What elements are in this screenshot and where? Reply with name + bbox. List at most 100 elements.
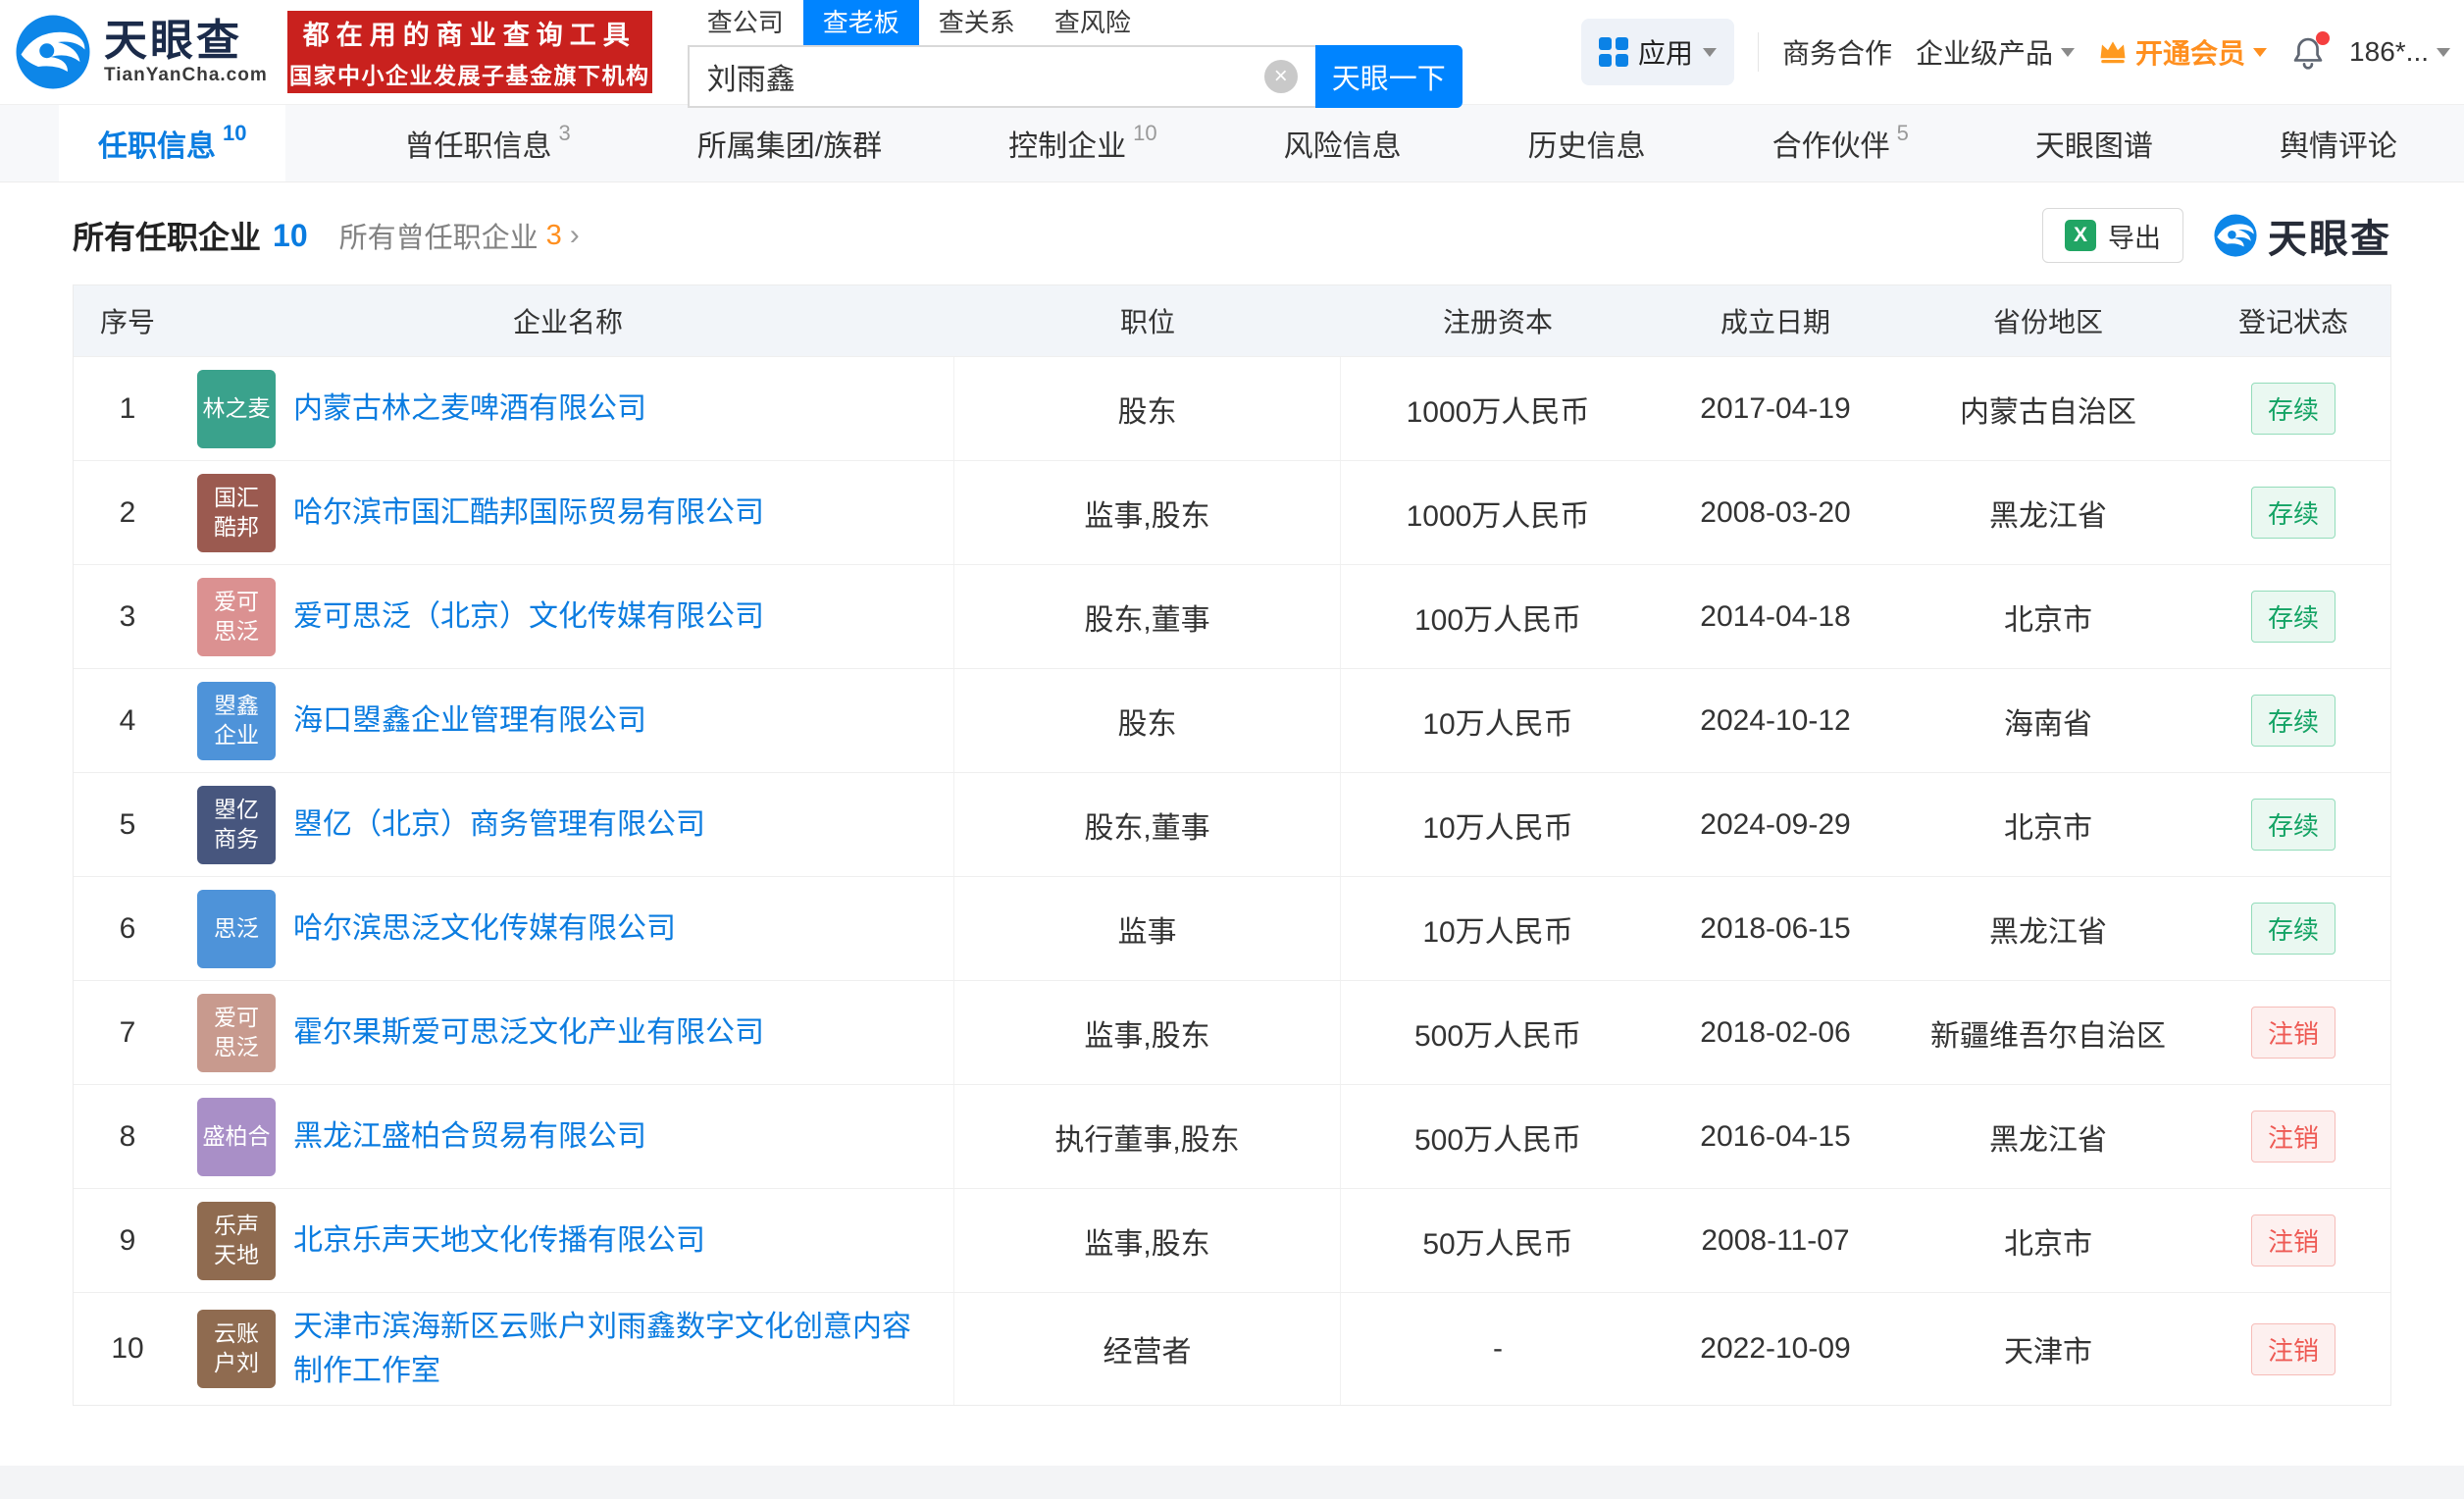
table-body: 1 林之麦 内蒙古林之麦啤酒有限公司 股东 1000万人民币 2017-04-19 内蒙古自… (74, 356, 2390, 1405)
account-menu[interactable]: 186*... (2349, 36, 2450, 68)
company-cell: 爱可思泛 爱可思泛（北京）文化传媒有限公司 (181, 565, 954, 668)
nav-tab-天眼图谱[interactable]: 天眼图谱 (2028, 105, 2161, 181)
former-positions-link[interactable]: 所有曾任职企业 3 › (339, 215, 580, 256)
banner-line1: 都在用的商业查询工具 (302, 21, 637, 50)
capital-cell: 50万人民币 (1422, 1227, 1573, 1261)
nav-tab-舆情评论[interactable]: 舆情评论 (2272, 105, 2405, 181)
position-cell: 监事,股东 (954, 1189, 1341, 1292)
tianyancha-eye-icon (2214, 214, 2257, 257)
status-badge: 注销 (2250, 1322, 2336, 1375)
company-name-link[interactable]: 北京乐声天地文化传播有限公司 (293, 1218, 705, 1263)
date-cell: 2016-04-15 (1700, 1119, 1851, 1153)
search-tab-查风险[interactable]: 查风险 (1035, 0, 1151, 45)
vip-upgrade-link[interactable]: 开通会员 (2098, 32, 2268, 72)
search-tab-查老板[interactable]: 查老板 (802, 0, 919, 45)
notification-bell-icon[interactable] (2290, 31, 2331, 70)
company-logo-text: 国汇 (214, 484, 259, 510)
crown-icon (2100, 41, 2126, 64)
caret-down-icon (1703, 47, 1717, 57)
company-name-link[interactable]: 内蒙古林之麦啤酒有限公司 (293, 387, 646, 431)
company-name-link[interactable]: 霍尔果斯爱可思泛文化产业有限公司 (293, 1010, 764, 1055)
notification-dot (2316, 31, 2331, 45)
position-cell: 股东,董事 (954, 565, 1341, 668)
company-logo-text: 商务 (214, 825, 259, 852)
former-positions-count: 3 (545, 219, 562, 251)
row-number: 1 (119, 391, 136, 425)
capital-cell: 100万人民币 (1413, 603, 1582, 637)
nav-tab-合作伙伴[interactable]: 合作伙伴 5 (1765, 105, 1917, 181)
row-number: 7 (119, 1015, 136, 1049)
column-header: 注册资本 (1442, 307, 1553, 337)
business-coop-link[interactable]: 商务合作 (1782, 32, 1892, 72)
search-input[interactable]: 刘雨鑫 × (687, 44, 1315, 108)
nav-tab-控制企业[interactable]: 控制企业 10 (1001, 105, 1164, 181)
row-number: 9 (119, 1223, 136, 1257)
company-name-link[interactable]: 海口曌鑫企业管理有限公司 (293, 698, 646, 743)
nav-tab-label: 风险信息 (1283, 130, 1402, 163)
region-cell: 内蒙古自治区 (1960, 395, 2136, 429)
search-button[interactable]: 天眼一下 (1314, 44, 1463, 108)
table-row: 8 盛柏合 黑龙江盛柏合贸易有限公司 执行董事,股东 500万人民币 2016-04-15… (74, 1084, 2390, 1188)
position-cell: 股东 (954, 669, 1341, 772)
company-logo: 乐声 天地 (197, 1201, 276, 1280)
header-right: 应用 商务合作 企业级产品 开通会员 186*... (1580, 19, 2450, 85)
logo-domain: TianYanCha.com (104, 65, 268, 86)
account-label: 186*... (2349, 36, 2429, 67)
watermark-brand-label: 天眼查 (2268, 218, 2391, 261)
column-header: 职位 (1119, 307, 1175, 337)
region-cell: 海南省 (2004, 707, 2092, 741)
table-row: 4 曌鑫 企业 海口曌鑫企业管理有限公司 股东 10万人民币 2024-10-12 海南省 存续 (74, 668, 2390, 772)
region-cell: 天津市 (2004, 1336, 2092, 1369)
nav-tab-bar: 任职信息 10 曾任职信息 3 所属集团/族群 控制企业 10 风险信息 历史信息 合作伙伴 5 天眼… (0, 104, 2464, 182)
promo-banner: 都在用的商业查询工具 国家中小企业发展子基金旗下机构 (286, 11, 652, 93)
section-title: 所有任职企业 (73, 220, 262, 255)
nav-tab-历史信息[interactable]: 历史信息 (1520, 105, 1654, 181)
clear-search-icon[interactable]: × (1263, 59, 1298, 93)
region-cell: 黑龙江省 (1989, 915, 2107, 949)
company-name-link[interactable]: 黑龙江盛柏合贸易有限公司 (293, 1114, 646, 1159)
company-name-link[interactable]: 爱可思泛（北京）文化传媒有限公司 (293, 594, 764, 639)
nav-tab-任职信息[interactable]: 任职信息 10 (59, 105, 286, 181)
apps-menu[interactable]: 应用 (1580, 19, 1734, 85)
company-logo-text: 乐声 (214, 1212, 259, 1238)
enterprise-products-link[interactable]: 企业级产品 (1916, 32, 2076, 72)
status-cell: 存续 (2200, 877, 2387, 980)
company-logo-text: 思泛 (214, 1033, 259, 1060)
company-cell: 爱可 思泛 霍尔果斯爱可思泛文化产业有限公司 (181, 981, 954, 1084)
company-logo: 国汇 酷邦 (197, 473, 276, 552)
search-row: 刘雨鑫 × 天眼一下 (687, 44, 1463, 108)
chevron-right-icon: › (569, 219, 580, 251)
column-header: 企业名称 (512, 307, 623, 337)
nav-tab-所属集团/族群[interactable]: 所属集团/族群 (690, 105, 890, 181)
nav-tab-曾任职信息[interactable]: 曾任职信息 3 (397, 105, 579, 181)
company-logo-text: 户刘 (214, 1350, 259, 1375)
date-cell: 2017-04-19 (1700, 391, 1851, 425)
company-name-link[interactable]: 哈尔滨市国汇酷邦国际贸易有限公司 (293, 491, 764, 535)
company-logo: 盛柏合 (197, 1097, 276, 1176)
company-logo-text: 酷邦 (214, 513, 259, 540)
nav-tab-count: 5 (1896, 121, 1909, 145)
company-name-link[interactable]: 哈尔滨思泛文化传媒有限公司 (293, 906, 676, 951)
nav-tab-风险信息[interactable]: 风险信息 (1276, 105, 1410, 181)
column-header: 序号 (99, 307, 155, 337)
export-button[interactable]: X 导出 (2042, 208, 2183, 263)
company-logo-text: 曌鑫 (214, 692, 259, 718)
company-name-link[interactable]: 天津市滨海新区云账户刘雨鑫数字文化创意内容制作工作室 (293, 1305, 934, 1393)
nav-tab-label: 天眼图谱 (2034, 130, 2153, 163)
search-tab-查关系[interactable]: 查关系 (919, 0, 1035, 45)
watermark-brand: 天眼查 (2213, 207, 2391, 264)
row-number: 6 (119, 911, 136, 945)
position-cell: 股东 (954, 357, 1341, 460)
company-logo-text: 盛柏合 (202, 1122, 271, 1149)
company-logo-text: 爱可 (214, 588, 259, 614)
company-cell: 乐声 天地 北京乐声天地文化传播有限公司 (181, 1189, 954, 1292)
company-logo-text: 天地 (214, 1241, 259, 1267)
search-tab-查公司[interactable]: 查公司 (688, 0, 803, 45)
table-row: 5 曌亿 商务 曌亿（北京）商务管理有限公司 股东,董事 10万人民币 2024-09-29… (74, 772, 2390, 876)
company-name-link[interactable]: 曌亿（北京）商务管理有限公司 (293, 802, 705, 847)
tianyancha-logo[interactable]: 天眼查 TianYanCha.com (14, 13, 268, 91)
table-row: 7 爱可 思泛 霍尔果斯爱可思泛文化产业有限公司 监事,股东 500万人民币 2018-02… (74, 980, 2390, 1084)
nav-tab-label: 历史信息 (1527, 130, 1646, 163)
section-title-count: 10 (273, 217, 308, 253)
company-logo-text: 思泛 (214, 617, 259, 644)
